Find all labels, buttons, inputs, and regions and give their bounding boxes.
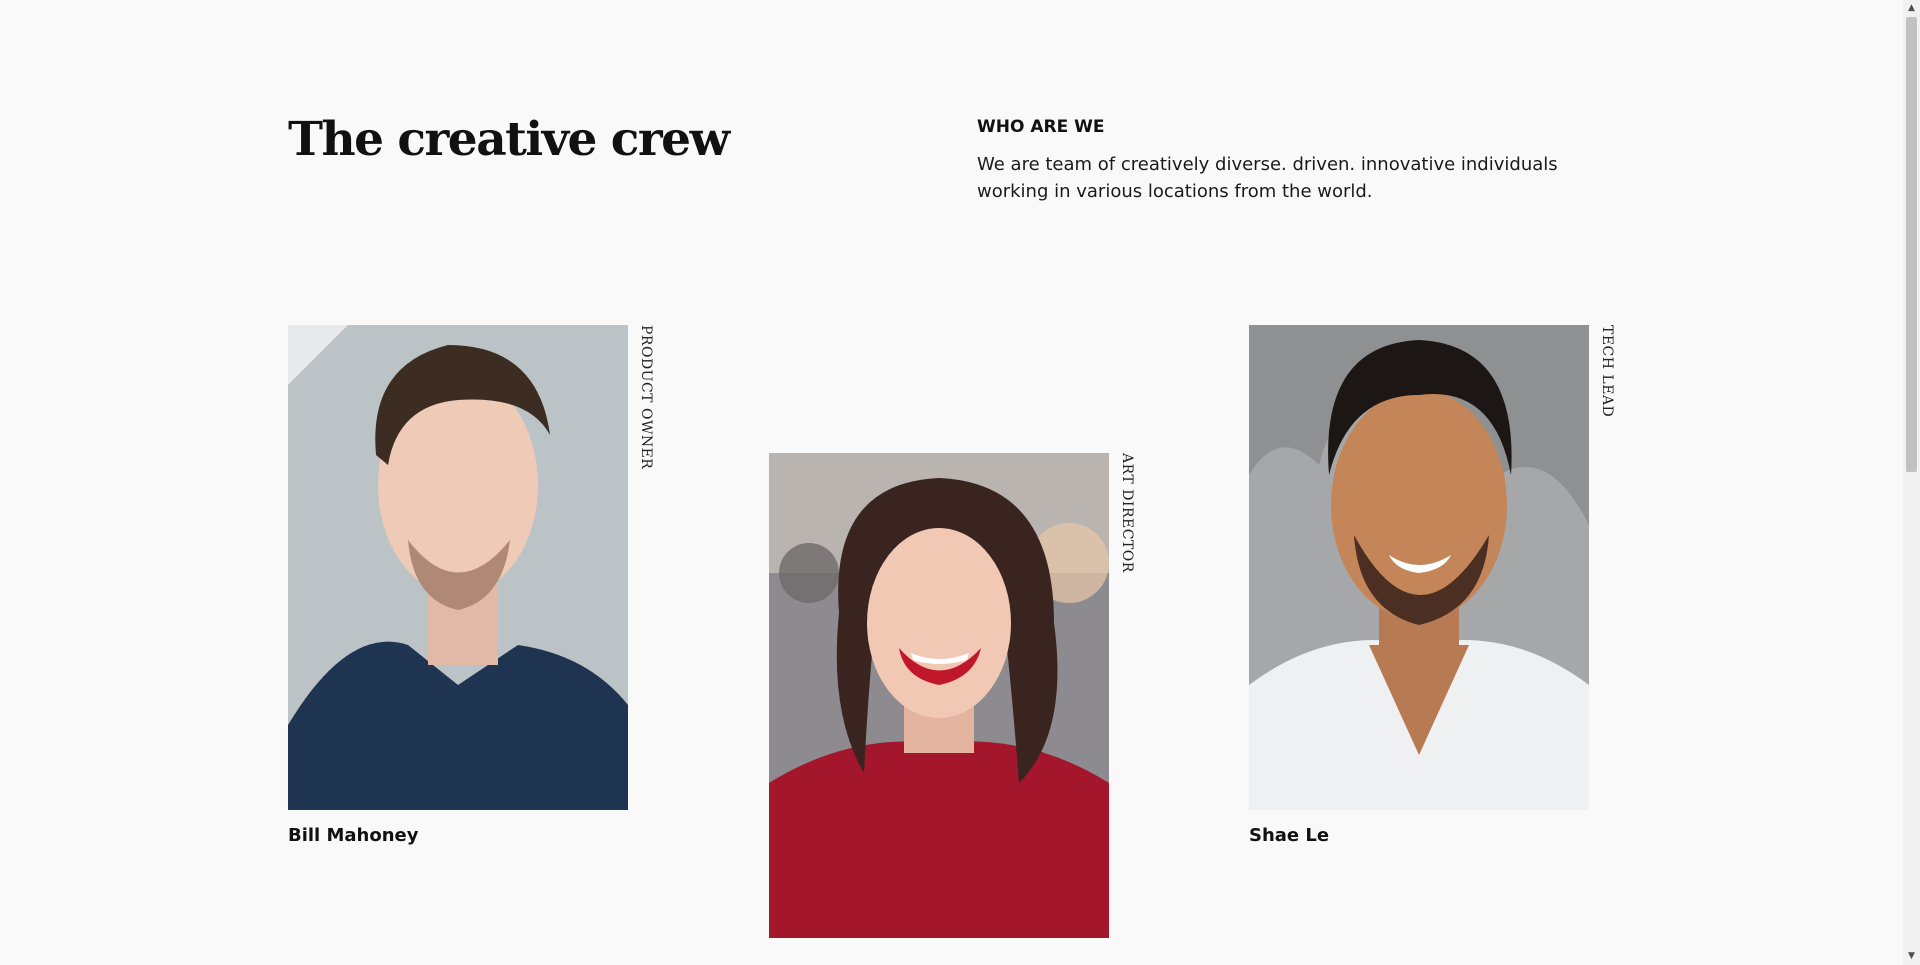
team-member-role: TECH LEAD bbox=[1599, 325, 1615, 418]
scrollbar-thumb[interactable] bbox=[1906, 17, 1917, 472]
team-member-role: ART DIRECTOR bbox=[1119, 453, 1135, 573]
who-are-we-description: We are team of creatively diverse. drive… bbox=[977, 154, 1558, 202]
chevron-down-icon[interactable]: ▼ bbox=[1903, 948, 1920, 965]
team-member-name: Shae Le bbox=[1249, 825, 1330, 846]
chevron-up-icon[interactable]: ▲ bbox=[1903, 0, 1920, 17]
who-are-we-heading: WHO ARE WE bbox=[977, 117, 1105, 137]
team-page: The creative crew WHO ARE WE We are team… bbox=[0, 0, 1920, 965]
team-member-photo bbox=[288, 325, 628, 810]
page-title: The creative crew bbox=[288, 112, 730, 167]
team-member-name: Bill Mahoney bbox=[288, 825, 419, 846]
team-member-photo bbox=[769, 453, 1109, 938]
team-member-photo bbox=[1249, 325, 1589, 810]
team-member-role: PRODUCT OWNER bbox=[638, 325, 654, 470]
vertical-scrollbar[interactable]: ▲ ▼ bbox=[1903, 0, 1920, 965]
